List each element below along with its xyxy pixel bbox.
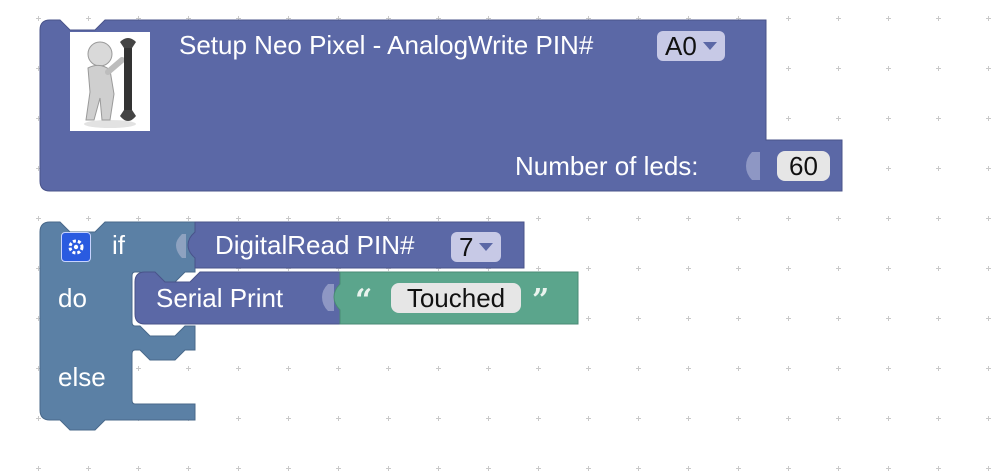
close-quote-icon: ” [532,283,550,318]
pin-dropdown-setup[interactable]: A0 [657,31,725,61]
open-quote-icon: “ [355,283,373,318]
chevron-down-icon [702,42,717,50]
pin-dropdown-digitalread[interactable]: 7 [451,231,502,262]
serial-print-label: Serial Print [156,283,284,313]
wrench-person-icon [70,32,150,131]
digitalread-label: DigitalRead PIN# [215,230,415,260]
do-label: do [58,283,87,313]
leds-number-field[interactable]: 60 [777,151,830,181]
number-of-leds-label: Number of leds: [515,151,699,181]
text-field-touched[interactable]: Touched [391,283,521,313]
pin-dropdown-value: A0 [665,30,697,61]
blockly-workspace[interactable]: Setup Neo Pixel - AnalogWrite PIN# A0 Nu… [0,0,994,471]
chevron-down-icon [479,243,494,251]
pin-dropdown-value: 7 [459,231,474,262]
setup-neopixel-label: Setup Neo Pixel - AnalogWrite PIN# [179,30,594,60]
else-label: else [58,362,106,392]
if-label: if [112,230,125,260]
gear-icon[interactable] [61,232,91,262]
